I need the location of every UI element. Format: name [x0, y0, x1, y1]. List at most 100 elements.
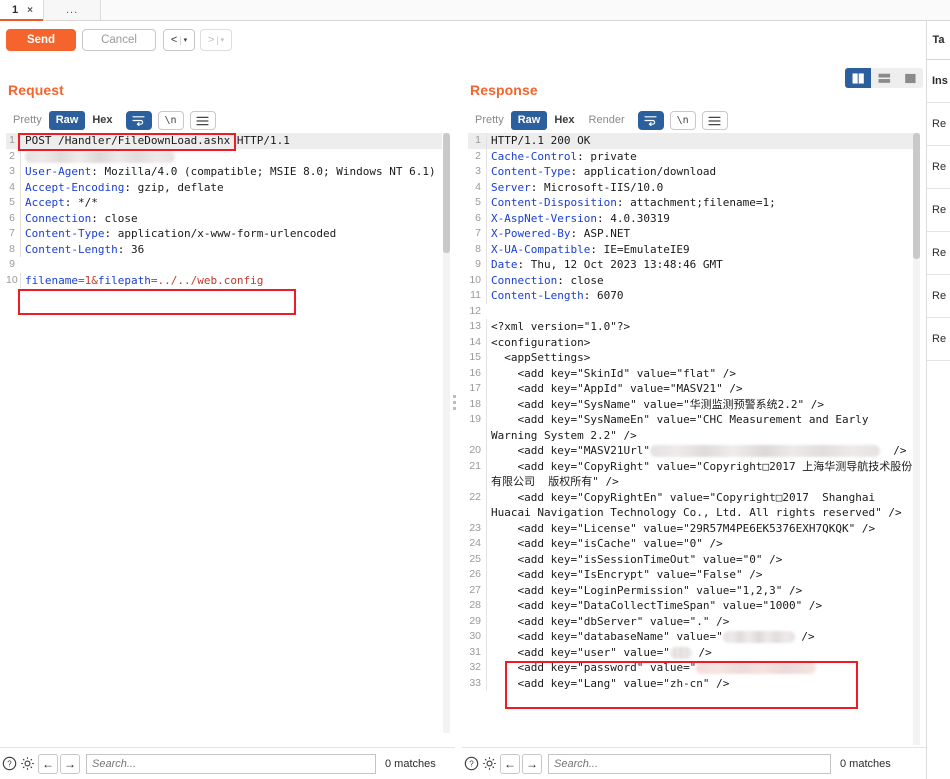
go-forward-button[interactable]: > | ▾	[200, 29, 232, 51]
response-code-line: 28 <add key="DataCollectTimeSpan" value=…	[468, 598, 918, 614]
response-code-line: 19 <add key="SysNameEn" value="CHC Measu…	[468, 412, 918, 443]
response-code-line: 16 <add key="SkinId" value="flat" />	[468, 365, 918, 381]
chevron-down-icon[interactable]: ▾	[184, 36, 188, 44]
code-token: : IE=EmulateIE9	[590, 242, 690, 256]
chevron-down-icon[interactable]: ▾	[221, 36, 225, 44]
wrap-lines-icon[interactable]	[637, 111, 664, 130]
code-token: : application/download	[570, 165, 717, 178]
cancel-button[interactable]: Cancel	[82, 29, 156, 51]
find-previous-button[interactable]: ←	[500, 753, 520, 774]
newline-icon[interactable]: \n	[157, 111, 184, 130]
response-view-tab-hex[interactable]: Hex	[547, 111, 581, 130]
response-view-tab-pretty[interactable]: Pretty	[468, 111, 511, 130]
request-view-tab-raw[interactable]: Raw	[48, 111, 86, 130]
redacted-content	[649, 445, 880, 457]
line-number: 29	[469, 614, 481, 627]
code-text: Cache-Control: private	[486, 148, 918, 164]
request-view-tab-pretty[interactable]: Pretty	[6, 111, 49, 130]
panel-splitter[interactable]	[450, 62, 459, 742]
newline-icon[interactable]: \n	[669, 111, 696, 130]
response-code-line: 11 Content-Length: 6070	[468, 288, 918, 304]
code-token: filepath	[97, 273, 151, 287]
line-number: 6	[475, 211, 481, 224]
line-number: 27	[469, 583, 481, 596]
inspector-section-5[interactable]: Re	[927, 275, 950, 318]
gear-icon[interactable]	[18, 755, 36, 773]
code-token: : application/x-www-form-urlencoded	[104, 227, 337, 240]
request-scroll-thumb[interactable]	[443, 133, 450, 253]
inspector-section-2[interactable]: Re	[927, 146, 950, 189]
chevron-left-icon: <	[170, 34, 178, 46]
inspector-section-3[interactable]: Re	[927, 189, 950, 232]
close-icon[interactable]: ×	[27, 5, 33, 16]
response-code-line: 15 <appSettings>	[468, 350, 918, 366]
code-text: <appSettings>	[486, 350, 918, 366]
repeater-tab-1[interactable]: 1 ×	[0, 0, 44, 21]
line-number: 10	[6, 273, 18, 286]
inspector-section-6[interactable]: Re	[927, 318, 950, 361]
code-token: <add key="CopyRightEn" value="Copyright□…	[491, 490, 902, 520]
line-number: 4	[9, 180, 15, 193]
response-search-input[interactable]	[548, 753, 831, 774]
find-next-button[interactable]: →	[522, 753, 542, 774]
response-code-line: 21 <add key="CopyRight" value="Copyright…	[468, 458, 918, 490]
split-vertical-icon[interactable]	[845, 68, 871, 88]
line-number: 14	[469, 335, 481, 348]
request-scrollbar[interactable]	[443, 133, 450, 733]
code-token: User-Agent	[25, 165, 92, 178]
code-token: Content-Length	[25, 242, 118, 256]
code-token: <add key="LoginPermission" value="1,2,3"…	[491, 583, 803, 597]
request-view-tab-hex[interactable]: Hex	[85, 111, 119, 130]
code-token: HTTP/1.1 200 OK	[491, 134, 591, 147]
menu-icon[interactable]	[701, 111, 728, 130]
line-number: 8	[475, 242, 481, 255]
split-horizontal-icon[interactable]	[871, 68, 897, 88]
response-editor[interactable]: 1 HTTP/1.1 200 OK 2 Cache-Control: private 3…	[468, 133, 918, 745]
code-text: Accept-Encoding: gzip, deflate	[20, 179, 442, 195]
code-token: : close	[557, 273, 604, 287]
single-pane-icon[interactable]	[897, 68, 923, 88]
code-text: <add key="CopyRight" value="Copyright□20…	[486, 458, 918, 490]
code-token: : */*	[64, 196, 98, 209]
line-number: 4	[475, 180, 481, 193]
find-next-button[interactable]: →	[60, 753, 80, 774]
request-panel-title: Request	[8, 82, 64, 98]
gear-icon[interactable]	[480, 755, 498, 773]
code-token: Content-Type	[25, 227, 105, 240]
code-token: />	[879, 444, 907, 457]
line-number: 32	[469, 661, 481, 673]
line-number: 15	[469, 351, 481, 363]
repeater-tab-more[interactable]: ...	[43, 0, 102, 20]
code-text: POST /Handler/FileDownLoad.ashx HTTP/1.1	[20, 133, 442, 149]
response-scroll-thumb[interactable]	[913, 133, 920, 259]
code-token: : Thu, 12 Oct 2023 13:48:46 GMT	[517, 258, 723, 271]
code-token: />	[691, 645, 712, 659]
burp-repeater-window: 1 × ... Send Cancel < | ▾ > | ▾ Ta Reque…	[0, 0, 950, 779]
code-token: <add key="dbServer" value="." />	[491, 614, 730, 628]
response-view-tab-render[interactable]: Render	[582, 111, 632, 130]
request-editor[interactable]: 1 POST /Handler/FileDownLoad.ashx HTTP/1.…	[6, 133, 442, 733]
send-button[interactable]: Send	[6, 29, 76, 51]
line-number: 10	[469, 273, 481, 286]
inspector-section-1[interactable]: Re	[927, 103, 950, 146]
wrap-lines-icon[interactable]	[125, 111, 152, 130]
code-token: <add key="databaseName" value="	[491, 630, 723, 643]
redacted-content	[696, 662, 817, 674]
request-search-input[interactable]	[86, 753, 376, 774]
line-number: 13	[469, 320, 481, 332]
code-token: Content-Length	[491, 289, 584, 302]
response-view-tab-raw[interactable]: Raw	[510, 111, 548, 130]
help-icon[interactable]: ?	[462, 755, 480, 773]
response-code-line: 20 <add key="MASV21Url" />	[468, 443, 918, 459]
code-text: <add key="password" value="	[486, 660, 918, 676]
menu-icon[interactable]	[189, 111, 216, 130]
line-number: 7	[9, 227, 15, 239]
response-scrollbar[interactable]	[913, 133, 920, 745]
go-back-button[interactable]: < | ▾	[163, 29, 195, 51]
line-number: 2	[475, 149, 481, 162]
response-code-line: 25 <add key="isSessionTimeOut" value="0"…	[468, 551, 918, 567]
inspector-section-4[interactable]: Re	[927, 232, 950, 275]
code-token: <add key="SkinId" value="flat" />	[491, 366, 737, 380]
help-icon[interactable]: ?	[0, 755, 18, 773]
find-previous-button[interactable]: ←	[38, 753, 58, 774]
